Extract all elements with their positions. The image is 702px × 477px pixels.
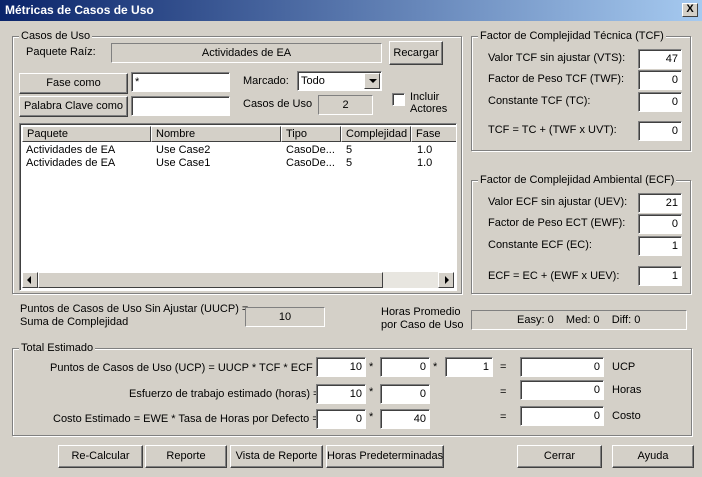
vts-input[interactable]: 47 (638, 49, 682, 69)
row-cell-tipo: CasoDe... (286, 157, 335, 169)
costo-ewe-input[interactable]: 0 (316, 409, 366, 429)
horizontal-scrollbar[interactable] (22, 272, 454, 288)
esfuerzo-label: Esfuerzo de trabajo estimado (horas) = (129, 388, 320, 400)
paquete-raiz-label: Paquete Raíz: (26, 46, 96, 58)
ecf-result-input[interactable]: 1 (638, 266, 682, 286)
scroll-thumb[interactable] (38, 272, 383, 288)
ucp-result-input[interactable]: 0 (520, 357, 604, 377)
reporte-button[interactable]: Reporte (145, 445, 227, 468)
horas-promedio-label: Horas Promedio (381, 306, 461, 318)
casos-count-field: 2 (318, 95, 373, 115)
ucp-label: Puntos de Casos de Uso (UCP) = UUCP * TC… (50, 362, 323, 374)
tc-label: Constante TCF (TC): (488, 95, 591, 107)
ewf-input[interactable]: 0 (638, 214, 682, 234)
row-cell-fase: 1.0 (417, 144, 433, 156)
close-icon: X (686, 3, 694, 15)
casos-de-uso-legend: Casos de Uso (19, 30, 93, 42)
fase-como-button[interactable]: Fase como (19, 73, 128, 94)
med-value: Med: 0 (565, 314, 600, 326)
costo-label: Costo Estimado = EWE * Tasa de Horas por… (53, 413, 319, 425)
twf-input[interactable]: 0 (638, 70, 682, 90)
ucp-ecf-input[interactable]: 1 (445, 357, 493, 377)
ecf-formula-label: ECF = EC + (EWF x UEV): (488, 270, 620, 282)
tcf-result-input[interactable]: 0 (638, 121, 682, 141)
ec-input[interactable]: 1 (638, 236, 682, 256)
column-header-nombre[interactable]: Nombre (151, 126, 281, 142)
ucp-tcf-input[interactable]: 0 (380, 357, 430, 377)
ec-label: Constante ECF (EC): (488, 239, 592, 251)
palabra-clave-button[interactable]: Palabra Clave como (19, 96, 128, 117)
cerrar-button[interactable]: Cerrar (517, 445, 602, 468)
horas-predeterminadas-button[interactable]: Horas Predeterminadas (326, 445, 444, 468)
costo-tasa-input[interactable]: 40 (380, 409, 430, 429)
paquete-raiz-field: Actividades de EA (111, 43, 382, 63)
recalcular-button[interactable]: Re-Calcular (58, 445, 143, 468)
scroll-right-icon[interactable] (438, 272, 454, 288)
casos-count-label: Casos de Uso (243, 98, 313, 110)
row-cell-complejidad: 5 (346, 144, 353, 156)
row-cell-complejidad: 5 (346, 157, 353, 169)
ayuda-button[interactable]: Ayuda (612, 445, 694, 468)
fase-input[interactable]: * (131, 72, 230, 92)
costo-result-input[interactable]: 0 (520, 406, 604, 426)
uucp-label: Puntos de Casos de Uso Sin Ajustar (UUCP… (20, 303, 249, 315)
vista-reporte-button[interactable]: Vista de Reporte (230, 445, 323, 468)
column-header-tipo[interactable]: Tipo (281, 126, 341, 142)
column-header-fase[interactable]: Fase (411, 126, 456, 142)
ucp-unit-label: UCP (612, 361, 636, 373)
chevron-down-icon[interactable] (364, 73, 380, 89)
marcado-select[interactable]: Todo (297, 71, 382, 91)
uev-input[interactable]: 21 (638, 193, 682, 213)
row-cell-nombre: Use Case2 (156, 144, 211, 156)
actores-label: Actores (410, 103, 448, 115)
total-estimado-legend: Total Estimado (19, 342, 96, 354)
marcado-label: Marcado: (243, 75, 289, 87)
recargar-button[interactable]: Recargar (389, 41, 443, 65)
uev-label: Valor ECF sin ajustar (UEV): (488, 196, 628, 208)
equals-sign: = (500, 386, 507, 398)
title-bar: Métricas de Casos de Uso (0, 0, 702, 21)
multiply-sign: * (369, 386, 374, 398)
por-caso-de-uso-label: por Caso de Uso (381, 319, 464, 331)
ewf-label: Factor de Peso ECT (EWF): (488, 217, 626, 229)
esfuerzo-horas-input[interactable]: 0 (380, 384, 430, 404)
row-cell-nombre: Use Case1 (156, 157, 211, 169)
esfuerzo-ucp-input[interactable]: 10 (316, 384, 366, 404)
tcf-formula-label: TCF = TC + (TWF x UVT): (488, 124, 617, 136)
equals-sign: = (500, 411, 507, 423)
multiply-sign: * (369, 411, 374, 423)
ecf-legend: Factor de Complejidad Ambiental (ECF) (478, 174, 677, 186)
incluir-actores-checkbox[interactable] (392, 93, 405, 106)
horas-promedio-field: Easy: 0 Med: 0 Diff: 0 (471, 310, 687, 330)
window-title: Métricas de Casos de Uso (5, 3, 154, 17)
palabra-clave-input[interactable] (131, 96, 230, 116)
tcf-legend: Factor de Complejidad Técnica (TCF) (478, 30, 666, 42)
easy-value: Easy: 0 (517, 314, 554, 326)
casos-list[interactable]: Paquete Nombre Tipo Complejidad Fase Act… (19, 123, 457, 291)
twf-label: Factor de Peso TCF (TWF): (488, 73, 625, 85)
column-header-complejidad[interactable]: Complejidad (341, 126, 411, 142)
row-cell-tipo: CasoDe... (286, 144, 335, 156)
scroll-left-icon[interactable] (22, 272, 38, 288)
suma-complejidad-label: Suma de Complejidad (20, 316, 129, 328)
multiply-sign: * (433, 361, 438, 373)
esfuerzo-result-input[interactable]: 0 (520, 380, 604, 400)
incluir-label: Incluir (410, 91, 440, 103)
costo-unit-label: Costo (612, 410, 641, 422)
multiply-sign: * (369, 361, 374, 373)
diff-value: Diff: 0 (611, 314, 641, 326)
ucp-uucp-input[interactable]: 10 (316, 357, 366, 377)
vts-label: Valor TCF sin ajustar (VTS): (488, 52, 626, 64)
horas-unit-label: Horas (612, 384, 642, 396)
row-cell-fase: 1.0 (417, 157, 433, 169)
row-cell-paquete: Actividades de EA (26, 144, 116, 156)
close-button[interactable]: X (682, 3, 698, 17)
uucp-value-field: 10 (245, 307, 325, 327)
tc-input[interactable]: 0 (638, 92, 682, 112)
column-header-paquete[interactable]: Paquete (22, 126, 151, 142)
row-cell-paquete: Actividades de EA (26, 157, 116, 169)
equals-sign: = (500, 361, 507, 373)
marcado-value: Todo (301, 75, 325, 87)
